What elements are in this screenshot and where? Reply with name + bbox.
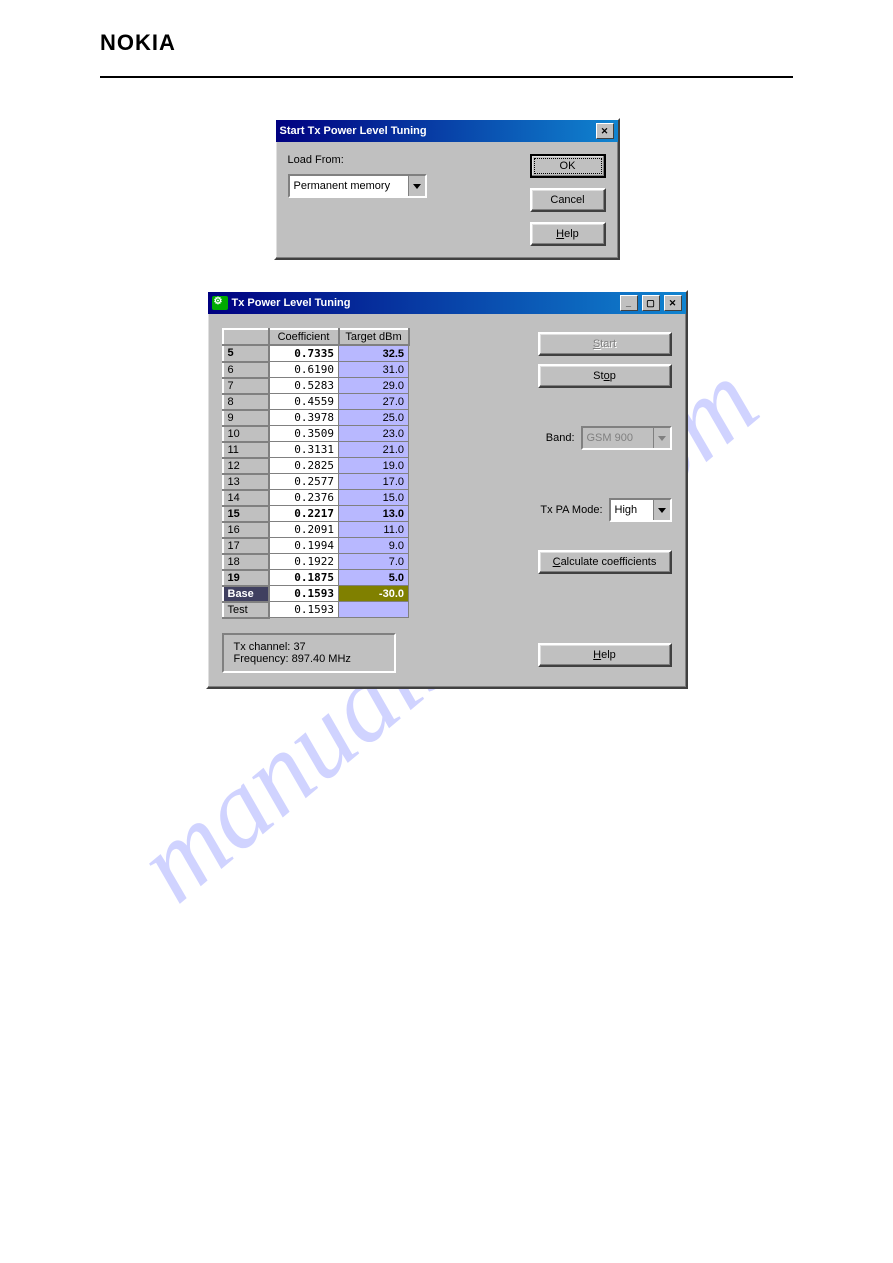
load-from-label: Load From: (288, 154, 500, 166)
maximize-icon[interactable]: ▢ (642, 295, 660, 311)
ok-button[interactable]: OK (530, 154, 606, 178)
band-value (583, 428, 653, 448)
chevron-down-icon (653, 428, 670, 448)
chevron-down-icon[interactable] (653, 500, 670, 520)
pa-mode-value[interactable] (611, 500, 653, 520)
calc-coefficients-button[interactable]: Calculate coefficients (538, 550, 672, 574)
band-select (581, 426, 672, 450)
header-rule (100, 76, 793, 78)
close-icon[interactable]: ✕ (596, 123, 614, 139)
pa-mode-label: Tx PA Mode: (540, 504, 602, 516)
nokia-logo: NOKIA (100, 30, 793, 56)
dialog1-title: Start Tx Power Level Tuning (280, 125, 427, 137)
col-coefficient: Coefficient (269, 329, 339, 345)
help-button[interactable]: Help (530, 222, 606, 246)
start-button: Start (538, 332, 672, 356)
dialog1-titlebar[interactable]: Start Tx Power Level Tuning ✕ (276, 120, 618, 142)
power-level-table[interactable]: Coefficient Target dBm 50.733532.5 60.61… (222, 328, 410, 619)
start-tuning-dialog: Start Tx Power Level Tuning ✕ Load From:… (274, 118, 620, 260)
stop-button[interactable]: Stop (538, 364, 672, 388)
col-target: Target dBm (339, 329, 409, 345)
help-button[interactable]: Help (538, 643, 672, 667)
load-from-value[interactable] (290, 176, 408, 196)
chevron-down-icon[interactable] (408, 176, 425, 196)
status-panel: Tx channel: 37 Frequency: 897.40 MHz (222, 633, 396, 673)
app-icon (212, 296, 228, 310)
dialog2-title: Tx Power Level Tuning (232, 297, 351, 309)
dialog2-titlebar[interactable]: Tx Power Level Tuning _ ▢ ✕ (208, 292, 686, 314)
minimize-icon[interactable]: _ (620, 295, 638, 311)
tuning-dialog: Tx Power Level Tuning _ ▢ ✕ Coefficient … (206, 290, 688, 689)
load-from-select[interactable] (288, 174, 427, 198)
close-icon[interactable]: ✕ (664, 295, 682, 311)
cancel-button[interactable]: Cancel (530, 188, 606, 212)
band-label: Band: (546, 432, 575, 444)
pa-mode-select[interactable] (609, 498, 672, 522)
